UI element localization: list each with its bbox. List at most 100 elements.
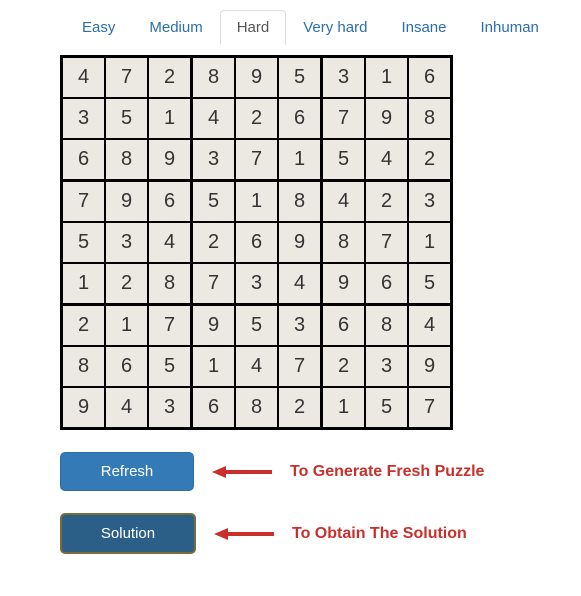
grid-cell[interactable]: 5: [192, 181, 236, 223]
grid-cell[interactable]: 4: [235, 346, 278, 387]
grid-cell[interactable]: 9: [62, 387, 106, 429]
grid-cell[interactable]: 1: [148, 98, 192, 139]
grid-cell[interactable]: 2: [235, 98, 278, 139]
grid-cell[interactable]: 5: [148, 346, 192, 387]
grid-cell[interactable]: 3: [105, 222, 148, 263]
grid-cell[interactable]: 8: [322, 222, 366, 263]
grid-cell[interactable]: 7: [192, 263, 236, 305]
grid-cell[interactable]: 3: [192, 139, 236, 181]
grid-cell[interactable]: 5: [365, 387, 408, 429]
grid-cell[interactable]: 1: [278, 139, 322, 181]
grid-cell[interactable]: 5: [62, 222, 106, 263]
grid-cell[interactable]: 2: [278, 387, 322, 429]
grid-cell[interactable]: 6: [322, 305, 366, 347]
grid-cell[interactable]: 8: [62, 346, 106, 387]
refresh-row: Refresh To Generate Fresh Puzzle: [60, 452, 581, 491]
grid-cell[interactable]: 2: [322, 346, 366, 387]
grid-cell[interactable]: 4: [148, 222, 192, 263]
solution-button[interactable]: Solution: [60, 513, 196, 554]
grid-cell[interactable]: 3: [408, 181, 452, 223]
grid-cell[interactable]: 3: [62, 98, 106, 139]
solution-annotation: To Obtain The Solution: [292, 525, 467, 543]
grid-cell[interactable]: 2: [408, 139, 452, 181]
grid-cell[interactable]: 4: [278, 263, 322, 305]
grid-cell[interactable]: 7: [148, 305, 192, 347]
grid-cell[interactable]: 5: [322, 139, 366, 181]
grid-cell[interactable]: 3: [235, 263, 278, 305]
controls: Refresh To Generate Fresh Puzzle Solutio…: [60, 452, 581, 554]
grid-cell[interactable]: 7: [365, 222, 408, 263]
grid-cell[interactable]: 9: [408, 346, 452, 387]
grid-cell[interactable]: 2: [365, 181, 408, 223]
grid-cell[interactable]: 9: [105, 181, 148, 223]
difficulty-tabs: Easy Medium Hard Very hard Insane Inhuma…: [65, 10, 581, 45]
grid-cell[interactable]: 4: [105, 387, 148, 429]
grid-cell[interactable]: 9: [148, 139, 192, 181]
grid-cell[interactable]: 8: [235, 387, 278, 429]
tab-medium[interactable]: Medium: [132, 10, 219, 45]
grid-cell[interactable]: 6: [192, 387, 236, 429]
grid-cell[interactable]: 6: [278, 98, 322, 139]
grid-cell[interactable]: 8: [278, 181, 322, 223]
grid-cell[interactable]: 7: [235, 139, 278, 181]
grid-row: 534269871: [62, 222, 452, 263]
grid-cell[interactable]: 4: [62, 57, 106, 99]
grid-cell[interactable]: 8: [408, 98, 452, 139]
grid-cell[interactable]: 7: [278, 346, 322, 387]
refresh-button[interactable]: Refresh: [60, 452, 194, 491]
grid-cell[interactable]: 8: [105, 139, 148, 181]
grid-row: 943682157: [62, 387, 452, 429]
grid-cell[interactable]: 6: [148, 181, 192, 223]
tab-inhuman[interactable]: Inhuman: [464, 10, 556, 45]
grid-cell[interactable]: 1: [235, 181, 278, 223]
tab-hard[interactable]: Hard: [220, 10, 287, 45]
grid-cell[interactable]: 7: [408, 387, 452, 429]
grid-cell[interactable]: 3: [365, 346, 408, 387]
grid-cell[interactable]: 5: [105, 98, 148, 139]
refresh-annotation: To Generate Fresh Puzzle: [290, 463, 484, 481]
grid-cell[interactable]: 1: [192, 346, 236, 387]
grid-cell[interactable]: 6: [365, 263, 408, 305]
grid-cell[interactable]: 1: [408, 222, 452, 263]
grid-cell[interactable]: 4: [408, 305, 452, 347]
sudoku-wrap: 4728953163514267986893715427965184235342…: [60, 55, 581, 430]
grid-cell[interactable]: 8: [192, 57, 236, 99]
grid-cell[interactable]: 9: [322, 263, 366, 305]
grid-cell[interactable]: 7: [105, 57, 148, 99]
grid-cell[interactable]: 5: [408, 263, 452, 305]
grid-cell[interactable]: 9: [365, 98, 408, 139]
grid-cell[interactable]: 9: [278, 222, 322, 263]
grid-cell[interactable]: 6: [408, 57, 452, 99]
grid-cell[interactable]: 5: [278, 57, 322, 99]
grid-cell[interactable]: 3: [278, 305, 322, 347]
tab-insane[interactable]: Insane: [384, 10, 463, 45]
grid-cell[interactable]: 2: [105, 263, 148, 305]
grid-cell[interactable]: 1: [62, 263, 106, 305]
grid-cell[interactable]: 4: [365, 139, 408, 181]
grid-cell[interactable]: 6: [235, 222, 278, 263]
grid-cell[interactable]: 9: [235, 57, 278, 99]
grid-cell[interactable]: 1: [105, 305, 148, 347]
grid-cell[interactable]: 3: [322, 57, 366, 99]
grid-row: 865147239: [62, 346, 452, 387]
grid-cell[interactable]: 2: [192, 222, 236, 263]
tab-very-hard[interactable]: Very hard: [286, 10, 384, 45]
grid-cell[interactable]: 4: [322, 181, 366, 223]
grid-cell[interactable]: 9: [192, 305, 236, 347]
grid-cell[interactable]: 3: [148, 387, 192, 429]
grid-cell[interactable]: 4: [192, 98, 236, 139]
tab-easy[interactable]: Easy: [65, 10, 132, 45]
grid-row: 472895316: [62, 57, 452, 99]
grid-cell[interactable]: 8: [148, 263, 192, 305]
grid-cell[interactable]: 2: [62, 305, 106, 347]
grid-cell[interactable]: 1: [365, 57, 408, 99]
grid-cell[interactable]: 1: [322, 387, 366, 429]
solution-row: Solution To Obtain The Solution: [60, 513, 581, 554]
grid-cell[interactable]: 6: [105, 346, 148, 387]
grid-cell[interactable]: 5: [235, 305, 278, 347]
grid-cell[interactable]: 7: [62, 181, 106, 223]
grid-cell[interactable]: 2: [148, 57, 192, 99]
grid-cell[interactable]: 7: [322, 98, 366, 139]
grid-cell[interactable]: 8: [365, 305, 408, 347]
grid-cell[interactable]: 6: [62, 139, 106, 181]
